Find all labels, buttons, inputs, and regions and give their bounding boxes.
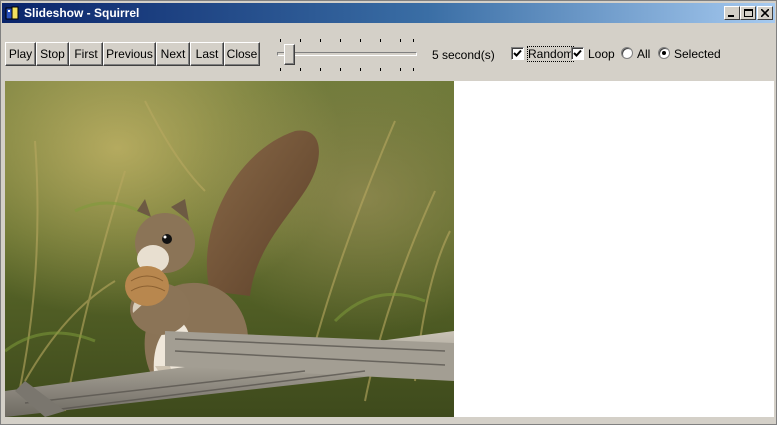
slider-tick xyxy=(400,39,401,42)
slider-tick xyxy=(400,68,401,71)
all-label[interactable]: All xyxy=(637,47,650,61)
maximize-button[interactable] xyxy=(740,6,756,20)
selected-radio[interactable] xyxy=(658,47,670,59)
selected-label[interactable]: Selected xyxy=(674,47,721,61)
minimize-button[interactable] xyxy=(724,6,740,20)
close-window-button[interactable] xyxy=(757,6,773,20)
minimize-icon xyxy=(728,15,734,17)
slider-tick xyxy=(300,68,301,71)
interval-label: 5 second(s) xyxy=(432,48,495,62)
slider-tick xyxy=(300,39,301,42)
slider-tick xyxy=(320,68,321,71)
squirrel-photo-icon xyxy=(5,81,454,417)
slider-thumb[interactable] xyxy=(284,44,295,65)
image-canvas xyxy=(454,81,774,417)
interval-slider[interactable] xyxy=(273,35,423,75)
close-icon xyxy=(761,9,769,17)
slider-tick xyxy=(360,68,361,71)
slider-tick xyxy=(340,68,341,71)
slider-tick xyxy=(413,68,414,71)
random-label[interactable]: Random xyxy=(526,46,575,62)
stop-button[interactable]: Stop xyxy=(36,42,69,66)
slider-tick xyxy=(380,68,381,71)
play-button[interactable]: Play xyxy=(5,42,36,66)
maximize-icon xyxy=(744,9,753,17)
slideshow-window: Slideshow - Squirrel Play Stop First Pre… xyxy=(0,0,777,425)
radio-dot xyxy=(662,51,666,55)
slider-tick xyxy=(413,39,414,42)
slider-tick xyxy=(360,39,361,42)
slider-track xyxy=(277,52,417,56)
bottom-frame xyxy=(1,417,776,424)
random-checkbox[interactable] xyxy=(511,47,524,60)
slider-tick xyxy=(280,68,281,71)
slider-tick xyxy=(340,39,341,42)
slider-tick xyxy=(380,39,381,42)
loop-label[interactable]: Loop xyxy=(588,47,615,61)
checkmark-icon xyxy=(513,49,522,57)
previous-button[interactable]: Previous xyxy=(103,42,156,66)
checkmark-icon xyxy=(573,49,582,57)
slideshow-image xyxy=(5,81,454,417)
window-title: Slideshow - Squirrel xyxy=(24,6,140,20)
title-bar[interactable]: Slideshow - Squirrel xyxy=(2,3,775,23)
all-radio[interactable] xyxy=(621,47,633,59)
slider-tick xyxy=(320,39,321,42)
slider-tick xyxy=(280,39,281,42)
loop-checkbox[interactable] xyxy=(571,47,584,60)
last-button[interactable]: Last xyxy=(190,42,224,66)
first-button[interactable]: First xyxy=(69,42,103,66)
next-button[interactable]: Next xyxy=(156,42,190,66)
app-icon xyxy=(5,6,19,20)
close-button[interactable]: Close xyxy=(224,42,260,66)
toolbar: Play Stop First Previous Next Last Close xyxy=(1,23,776,81)
